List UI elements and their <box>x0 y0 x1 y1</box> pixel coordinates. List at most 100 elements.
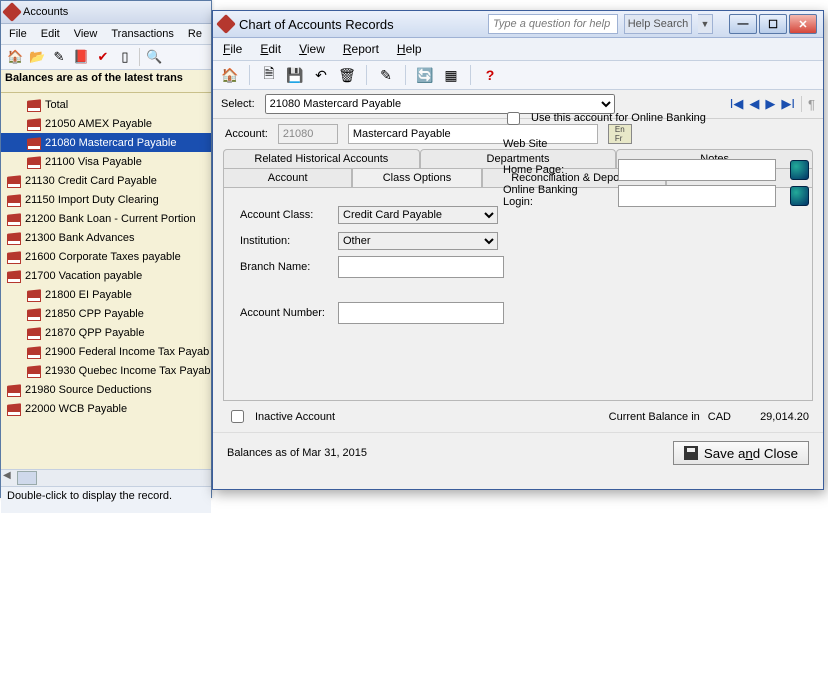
accounts-toolbar: 🏠 📂 ✎ 📕 ✔ ▯ 🔍 <box>1 45 211 70</box>
tree-item[interactable]: 21980 Source Deductions <box>1 380 211 399</box>
tree-item[interactable]: 21130 Credit Card Payable <box>1 171 211 190</box>
tree-item[interactable]: Total <box>1 95 211 114</box>
clear-icon[interactable]: ▯ <box>117 49 133 65</box>
minimize-button[interactable]: — <box>729 14 757 34</box>
book-icon <box>27 289 41 300</box>
check-icon[interactable]: ✔ <box>95 49 111 65</box>
homepage-field[interactable] <box>618 159 775 181</box>
save-close-label: Save and Close <box>704 446 798 461</box>
tree-item[interactable]: 21870 QPP Payable <box>1 323 211 342</box>
separator <box>405 65 406 85</box>
pencil-icon[interactable]: ✎ <box>377 66 395 84</box>
tab-account[interactable]: Account <box>223 168 352 187</box>
accounts-window: Accounts File Edit View Transactions Re … <box>0 0 212 498</box>
online-login-label: Online Banking Login: <box>503 184 610 208</box>
book-icon <box>27 156 41 167</box>
tree-item[interactable]: 21080 Mastercard Payable <box>1 133 211 152</box>
tree-item[interactable]: 21200 Bank Loan - Current Portion <box>1 209 211 228</box>
app-icon <box>216 14 236 34</box>
home-icon[interactable]: 🏠 <box>221 66 239 84</box>
online-login-field[interactable] <box>618 185 775 207</box>
undo-icon[interactable]: ↶ <box>312 66 330 84</box>
help-dropdown-icon[interactable]: ▼ <box>698 14 713 34</box>
report-icon[interactable]: ▦ <box>442 66 460 84</box>
inactive-account-checkbox[interactable] <box>231 410 244 423</box>
accounts-titlebar[interactable]: Accounts <box>1 1 211 24</box>
account-class-label: Account Class: <box>240 209 330 221</box>
accounts-menubar: File Edit View Transactions Re <box>1 24 211 45</box>
book-icon[interactable]: 📕 <box>73 49 89 65</box>
tab-class-options[interactable]: Class Options <box>352 168 481 187</box>
delete-icon[interactable]: 🗑 <box>338 66 356 84</box>
book-icon <box>27 99 41 110</box>
tree-item-label: 21800 EI Payable <box>45 289 132 301</box>
save-and-close-button[interactable]: Save and Close <box>673 441 809 465</box>
horizontal-scrollbar[interactable] <box>1 469 211 486</box>
records-titlebar[interactable]: Chart of Accounts Records Type a questio… <box>213 11 823 38</box>
book-icon <box>27 327 41 338</box>
tree-item[interactable]: 21150 Import Duty Clearing <box>1 190 211 209</box>
account-number-input[interactable] <box>338 302 504 324</box>
menu-file[interactable]: File <box>9 28 27 40</box>
tree-item[interactable]: 21850 CPP Payable <box>1 304 211 323</box>
website-label: Web Site <box>503 138 547 150</box>
tree-item[interactable]: 22000 WCB Payable <box>1 399 211 418</box>
save-disk-icon <box>684 446 698 460</box>
tree-item[interactable]: 21900 Federal Income Tax Payab <box>1 342 211 361</box>
tree-item[interactable]: 21700 Vacation payable <box>1 266 211 285</box>
footer-row: Balances as of Mar 31, 2015 Save and Clo… <box>213 432 823 477</box>
menu-view[interactable]: View <box>299 42 325 56</box>
tree-item[interactable]: 21600 Corporate Taxes payable <box>1 247 211 266</box>
tree-item[interactable]: 21300 Bank Advances <box>1 228 211 247</box>
book-icon <box>7 403 21 414</box>
save-icon[interactable]: 💾 <box>286 66 304 84</box>
refresh-icon[interactable]: 🔄 <box>416 66 434 84</box>
book-icon <box>27 118 41 129</box>
globe-icon[interactable] <box>790 160 809 180</box>
help-question-input[interactable]: Type a question for help <box>488 14 618 34</box>
tree-item[interactable]: 21100 Visa Payable <box>1 152 211 171</box>
menu-transactions[interactable]: Transactions <box>111 28 174 40</box>
help-icon[interactable]: ? <box>481 66 499 84</box>
edit-icon[interactable]: ✎ <box>51 49 67 65</box>
menu-edit[interactable]: Edit <box>260 42 281 56</box>
menu-help[interactable]: Help <box>397 42 422 56</box>
menu-report[interactable]: Report <box>343 42 379 56</box>
institution-dropdown[interactable]: Other <box>338 232 498 250</box>
globe-icon[interactable] <box>790 186 809 206</box>
close-button[interactable]: ✕ <box>789 14 817 34</box>
separator <box>366 65 367 85</box>
branch-name-field[interactable] <box>338 256 504 278</box>
help-search-button[interactable]: Help Search <box>624 14 692 34</box>
book-icon <box>7 175 21 186</box>
book-icon <box>27 365 41 376</box>
book-icon <box>7 251 21 262</box>
use-online-banking-checkbox[interactable] <box>507 112 520 125</box>
window-title: Chart of Accounts Records <box>239 17 394 32</box>
tree-item-label: 21200 Bank Loan - Current Portion <box>25 213 196 225</box>
tree-item[interactable]: 21800 EI Payable <box>1 285 211 304</box>
new-icon[interactable]: 🗎 <box>260 66 278 84</box>
tab-related-historical[interactable]: Related Historical Accounts <box>223 149 420 168</box>
tree-item-label: 21150 Import Duty Clearing <box>25 194 159 206</box>
menu-edit[interactable]: Edit <box>41 28 60 40</box>
folder-icon[interactable]: 📂 <box>29 49 45 65</box>
book-icon <box>7 213 21 224</box>
accounts-tree[interactable]: Total21050 AMEX Payable21080 Mastercard … <box>1 93 211 469</box>
paragraph-icon[interactable]: ¶ <box>808 97 815 112</box>
maximize-button[interactable]: ☐ <box>759 14 787 34</box>
tree-item[interactable]: 21930 Quebec Income Tax Payab <box>1 361 211 380</box>
book-icon <box>7 270 21 281</box>
book-icon <box>7 194 21 205</box>
tree-item[interactable]: 21050 AMEX Payable <box>1 114 211 133</box>
tabs: Related Historical Accounts Departments … <box>223 149 813 401</box>
institution-label: Institution: <box>240 235 330 247</box>
search-icon[interactable]: 🔍 <box>146 49 162 65</box>
menu-view[interactable]: View <box>74 28 98 40</box>
home-icon[interactable]: 🏠 <box>7 49 23 65</box>
menu-file[interactable]: File <box>223 42 242 56</box>
menu-reports-cut[interactable]: Re <box>188 28 202 40</box>
account-class-dropdown[interactable]: Credit Card Payable <box>338 206 498 224</box>
tree-item-label: 22000 WCB Payable <box>25 403 127 415</box>
balance-row: Inactive Account Current Balance in CAD … <box>213 401 823 432</box>
